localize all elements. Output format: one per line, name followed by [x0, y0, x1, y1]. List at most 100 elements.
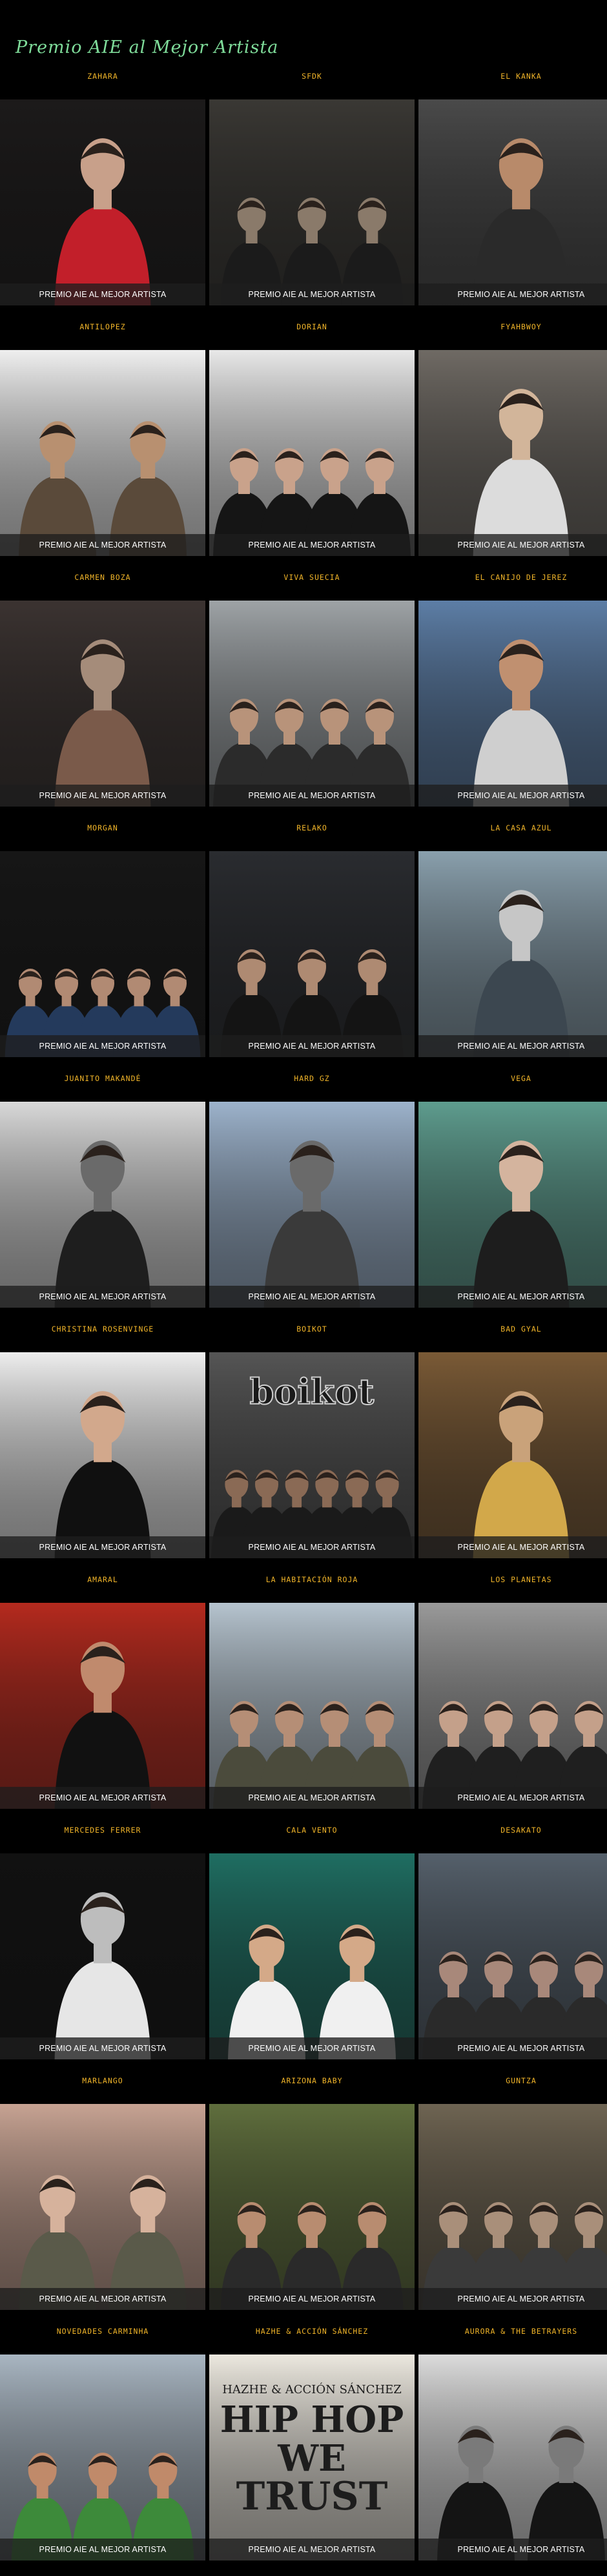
- artist-name: LA CASA AZUL: [490, 823, 552, 832]
- artist-name: VIVA SUECIA: [283, 573, 340, 582]
- artist-name: CARMEN BOZA: [74, 573, 131, 582]
- award-caption: PREMIO AIE AL MEJOR ARTISTA: [418, 1787, 607, 1809]
- award-caption: PREMIO AIE AL MEJOR ARTISTA: [418, 283, 607, 305]
- award-caption: PREMIO AIE AL MEJOR ARTISTA: [209, 1536, 415, 1558]
- artist-photo[interactable]: PREMIO AIE AL MEJOR ARTISTA: [0, 2104, 205, 2310]
- artist-photo[interactable]: PREMIO AIE AL MEJOR ARTISTA: [209, 1853, 415, 2059]
- artist-photo[interactable]: PREMIO AIE AL MEJOR ARTISTA: [418, 2354, 607, 2561]
- artist-photo[interactable]: PREMIO AIE AL MEJOR ARTISTA: [0, 1352, 205, 1558]
- award-caption: PREMIO AIE AL MEJOR ARTISTA: [0, 2539, 205, 2561]
- artist-photo[interactable]: PREMIO AIE AL MEJOR ARTISTA: [418, 2104, 607, 2310]
- artist-name: JUANITO MAKANDÉ: [64, 1074, 141, 1083]
- artist-photo-illustration: [209, 851, 415, 1057]
- award-caption: PREMIO AIE AL MEJOR ARTISTA: [209, 1787, 415, 1809]
- artist-photo-illustration: [418, 2104, 607, 2310]
- award-caption: PREMIO AIE AL MEJOR ARTISTA: [0, 1536, 205, 1558]
- artist-photo[interactable]: PREMIO AIE AL MEJOR ARTISTA: [209, 350, 415, 556]
- award-caption: PREMIO AIE AL MEJOR ARTISTA: [0, 283, 205, 305]
- award-caption: PREMIO AIE AL MEJOR ARTISTA: [209, 534, 415, 556]
- award-caption: PREMIO AIE AL MEJOR ARTISTA: [418, 2539, 607, 2561]
- artist-photo-illustration: [209, 601, 415, 807]
- artist-photo[interactable]: PREMIO AIE AL MEJOR ARTISTA: [209, 99, 415, 305]
- award-caption: PREMIO AIE AL MEJOR ARTISTA: [0, 1035, 205, 1057]
- artist-photo-illustration: [0, 350, 205, 556]
- artist-photo[interactable]: PREMIO AIE AL MEJOR ARTISTA: [418, 851, 607, 1057]
- award-caption: PREMIO AIE AL MEJOR ARTISTA: [418, 1035, 607, 1057]
- artist-name: CHRISTINA ROSENVINGE: [51, 1324, 154, 1334]
- artist-photo[interactable]: PREMIO AIE AL MEJOR ARTISTA: [0, 99, 205, 305]
- artist-photo-illustration: [0, 99, 205, 305]
- artist-photo[interactable]: PREMIO AIE AL MEJOR ARTISTA: [418, 1603, 607, 1809]
- award-caption: PREMIO AIE AL MEJOR ARTISTA: [418, 2288, 607, 2310]
- artist-photo[interactable]: PREMIO AIE AL MEJOR ARTISTA: [418, 1352, 607, 1558]
- award-caption: PREMIO AIE AL MEJOR ARTISTA: [418, 785, 607, 807]
- artist-name: AURORA & THE BETRAYERS: [464, 2327, 578, 2336]
- artist-photo[interactable]: PREMIO AIE AL MEJOR ARTISTA: [0, 350, 205, 556]
- award-caption: PREMIO AIE AL MEJOR ARTISTA: [209, 1035, 415, 1057]
- artist-name: DESAKATO: [500, 1826, 542, 1835]
- artist-photo[interactable]: PREMIO AIE AL MEJOR ARTISTA: [418, 601, 607, 807]
- artist-photo-illustration: [0, 1352, 205, 1558]
- artist-photo-illustration: [0, 1853, 205, 2059]
- award-caption: PREMIO AIE AL MEJOR ARTISTA: [209, 1286, 415, 1308]
- artist-photo-illustration: [209, 350, 415, 556]
- artist-photo[interactable]: PREMIO AIE AL MEJOR ARTISTA: [0, 851, 205, 1057]
- artist-photo-illustration: [418, 1352, 607, 1558]
- award-caption: PREMIO AIE AL MEJOR ARTISTA: [0, 2288, 205, 2310]
- artist-name: ARIZONA BABY: [281, 2076, 343, 2085]
- artist-name: SFDK: [302, 72, 322, 81]
- artist-photo[interactable]: PREMIO AIE AL MEJOR ARTISTA: [209, 2104, 415, 2310]
- artist-photo-illustration: [418, 2354, 607, 2561]
- artist-name: EL CANIJO DE JEREZ: [475, 573, 568, 582]
- artist-photo[interactable]: HAZHE & ACCIÓN SÁNCHEZ HIP HOP WE TRUST PREM…: [209, 2354, 415, 2561]
- artist-photo-illustration: [0, 2104, 205, 2310]
- artist-photo-illustration: [418, 851, 607, 1057]
- cover-title-text: TRUST: [236, 2474, 388, 2519]
- artist-photo[interactable]: PREMIO AIE AL MEJOR ARTISTA: [418, 350, 607, 556]
- award-caption: PREMIO AIE AL MEJOR ARTISTA: [209, 785, 415, 807]
- artist-photo-illustration: [209, 1102, 415, 1308]
- artist-photo-illustration: [418, 601, 607, 807]
- artist-name: ANTILOPEZ: [79, 322, 126, 331]
- artist-photo[interactable]: PREMIO AIE AL MEJOR ARTISTA: [418, 99, 607, 305]
- artist-photo[interactable]: PREMIO AIE AL MEJOR ARTISTA: [209, 1102, 415, 1308]
- award-caption: PREMIO AIE AL MEJOR ARTISTA: [418, 534, 607, 556]
- artist-photo-illustration: [418, 99, 607, 305]
- artist-photo[interactable]: boikot PREMIO AIE AL MEJOR ARTISTA: [209, 1352, 415, 1558]
- artist-photo[interactable]: PREMIO AIE AL MEJOR ARTISTA: [0, 1102, 205, 1308]
- artist-photo[interactable]: PREMIO AIE AL MEJOR ARTISTA: [209, 851, 415, 1057]
- artist-photo-illustration: [418, 1603, 607, 1809]
- artist-photo-illustration: [0, 2354, 205, 2561]
- artist-photo-illustration: [0, 1603, 205, 1809]
- artist-name: HARD GZ: [294, 1074, 330, 1083]
- artist-name: MARLANGO: [82, 2076, 123, 2085]
- cover-header-text: HAZHE & ACCIÓN SÁNCHEZ: [222, 2382, 402, 2396]
- artist-photo[interactable]: PREMIO AIE AL MEJOR ARTISTA: [0, 1853, 205, 2059]
- artist-photo[interactable]: PREMIO AIE AL MEJOR ARTISTA: [0, 1603, 205, 1809]
- artist-name: AMARAL: [87, 1575, 118, 1584]
- cover-title-text: HIP HOP: [220, 2398, 404, 2441]
- artist-name: RELAKO: [296, 823, 327, 832]
- artist-photo-illustration: [418, 350, 607, 556]
- artist-photo[interactable]: PREMIO AIE AL MEJOR ARTISTA: [0, 601, 205, 807]
- artist-photo[interactable]: PREMIO AIE AL MEJOR ARTISTA: [0, 2354, 205, 2561]
- artist-name: MORGAN: [87, 823, 118, 832]
- artist-photo-illustration: [209, 1603, 415, 1809]
- artist-name: ZAHARA: [87, 72, 118, 81]
- artist-photo-illustration: [0, 601, 205, 807]
- artist-name: MERCEDES FERRER: [64, 1826, 141, 1835]
- artist-photo[interactable]: PREMIO AIE AL MEJOR ARTISTA: [418, 1853, 607, 2059]
- artist-photo[interactable]: PREMIO AIE AL MEJOR ARTISTA: [209, 1603, 415, 1809]
- award-caption: PREMIO AIE AL MEJOR ARTISTA: [0, 1787, 205, 1809]
- page-title: Premio AIE al Mejor Artista: [15, 37, 279, 57]
- artist-photo[interactable]: PREMIO AIE AL MEJOR ARTISTA: [418, 1102, 607, 1308]
- artist-photo-illustration: [418, 1102, 607, 1308]
- award-caption: PREMIO AIE AL MEJOR ARTISTA: [209, 2037, 415, 2059]
- boikot-logo: boikot: [250, 1371, 375, 1412]
- award-caption: PREMIO AIE AL MEJOR ARTISTA: [418, 1536, 607, 1558]
- artist-name: VEGA: [511, 1074, 531, 1083]
- award-caption: PREMIO AIE AL MEJOR ARTISTA: [0, 534, 205, 556]
- award-caption: PREMIO AIE AL MEJOR ARTISTA: [209, 2288, 415, 2310]
- artist-photo-illustration: HAZHE & ACCIÓN SÁNCHEZHIP HOPWETRUST: [209, 2354, 415, 2561]
- artist-photo[interactable]: PREMIO AIE AL MEJOR ARTISTA: [209, 601, 415, 807]
